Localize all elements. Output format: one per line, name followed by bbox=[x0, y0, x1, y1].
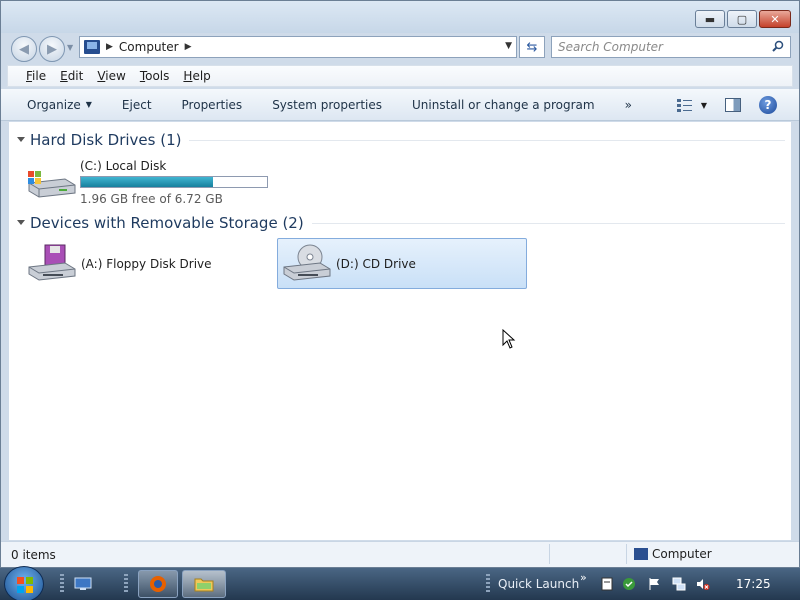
drive-c-free-space: 1.96 GB free of 6.72 GB bbox=[80, 192, 223, 206]
status-zone-label: Computer bbox=[652, 547, 712, 561]
group-title: Hard Disk Drives (1) bbox=[30, 131, 182, 149]
start-button[interactable] bbox=[4, 566, 44, 600]
file-view[interactable]: Hard Disk Drives (1) (C:) Local Disk 1.9… bbox=[9, 122, 791, 540]
maximize-button[interactable]: ▢ bbox=[727, 10, 757, 28]
group-divider bbox=[189, 139, 785, 141]
drive-c-label[interactable]: (C:) Local Disk bbox=[80, 159, 268, 173]
drive-a-label: (A:) Floppy Disk Drive bbox=[81, 256, 212, 271]
group-divider bbox=[311, 222, 785, 224]
disk-usage-bar bbox=[80, 176, 268, 188]
refresh-button[interactable]: ⇆ bbox=[519, 36, 545, 58]
title-bar[interactable]: ▬ ▢ ✕ bbox=[1, 1, 799, 33]
menu-edit[interactable]: Edit bbox=[60, 69, 83, 83]
address-row: ◀ ▶ ▼ ▶ Computer ▶ ▼ ⇆ bbox=[1, 33, 799, 63]
drive-d-tile[interactable]: (D:) CD Drive bbox=[277, 238, 527, 289]
taskbar-grip[interactable] bbox=[124, 574, 128, 594]
taskbar: Quick Launch » 17:25 bbox=[0, 566, 800, 600]
quick-launch-label[interactable]: Quick Launch bbox=[498, 577, 579, 591]
status-divider bbox=[626, 544, 627, 564]
volume-muted-icon[interactable] bbox=[696, 577, 710, 591]
search-icon[interactable] bbox=[772, 40, 784, 52]
firefox-icon bbox=[150, 576, 166, 592]
help-icon[interactable]: ? bbox=[759, 96, 777, 114]
show-desktop-icon bbox=[74, 577, 92, 590]
taskbar-firefox-button[interactable] bbox=[138, 570, 178, 598]
address-bar[interactable]: ▶ Computer ▶ ▼ bbox=[79, 36, 517, 58]
taskbar-grip[interactable] bbox=[60, 574, 64, 594]
status-zone: Computer bbox=[634, 547, 712, 561]
close-button[interactable]: ✕ bbox=[759, 10, 791, 28]
taskbar-explorer-button[interactable] bbox=[182, 570, 226, 598]
cd-drive-icon bbox=[283, 244, 331, 281]
computer-icon bbox=[634, 548, 648, 560]
search-input[interactable] bbox=[558, 40, 758, 54]
menu-bar: File Edit View Tools Help bbox=[7, 65, 793, 87]
collapse-group-icon[interactable] bbox=[17, 137, 25, 142]
taskbar-clock[interactable]: 17:25 bbox=[736, 577, 771, 591]
refresh-icon: ⇆ bbox=[526, 39, 538, 55]
organize-button[interactable]: Organize ▼ bbox=[27, 98, 92, 112]
system-properties-button[interactable]: System properties bbox=[272, 98, 382, 112]
windows-logo-icon bbox=[17, 577, 33, 593]
hard-disk-icon bbox=[28, 170, 76, 198]
disk-usage-fill bbox=[81, 177, 213, 187]
group-header-removable[interactable]: Devices with Removable Storage (2) bbox=[30, 214, 785, 232]
notes-tray-icon[interactable] bbox=[600, 577, 614, 591]
minimize-button[interactable]: ▬ bbox=[695, 10, 725, 28]
view-options-dropdown-icon[interactable]: ▼ bbox=[701, 101, 707, 110]
item-count: 0 items bbox=[11, 548, 56, 562]
menu-file[interactable]: File bbox=[26, 69, 46, 83]
preview-pane-icon[interactable] bbox=[725, 98, 741, 112]
eject-button[interactable]: Eject bbox=[122, 98, 152, 112]
uninstall-program-button[interactable]: Uninstall or change a program bbox=[412, 98, 595, 112]
status-bar: 0 items Computer bbox=[1, 541, 799, 567]
menu-tools[interactable]: Tools bbox=[140, 69, 170, 83]
security-tray-icon[interactable] bbox=[622, 577, 636, 591]
status-divider bbox=[549, 544, 550, 564]
command-bar: Organize ▼ Eject Properties System proper… bbox=[1, 89, 799, 121]
taskbar-grip[interactable] bbox=[486, 574, 490, 594]
chevron-down-icon: ▼ bbox=[85, 100, 92, 109]
breadcrumb-computer[interactable]: Computer bbox=[119, 40, 179, 54]
change-view-icon[interactable] bbox=[676, 98, 693, 112]
floppy-drive-icon bbox=[28, 244, 76, 281]
quick-launch-chevron[interactable]: » bbox=[580, 571, 587, 584]
group-header-hard-disks[interactable]: Hard Disk Drives (1) bbox=[30, 131, 785, 149]
action-center-flag-icon[interactable] bbox=[648, 577, 662, 591]
recent-pages-dropdown[interactable]: ▼ bbox=[67, 43, 73, 52]
back-arrow-icon: ◀ bbox=[19, 41, 29, 57]
folder-icon bbox=[194, 578, 214, 592]
show-desktop-button[interactable] bbox=[70, 570, 96, 598]
drive-a-tile[interactable]: (A:) Floppy Disk Drive bbox=[9, 238, 273, 289]
drive-d-label: (D:) CD Drive bbox=[336, 256, 416, 271]
address-dropdown-icon[interactable]: ▼ bbox=[505, 41, 512, 51]
network-tray-icon[interactable] bbox=[672, 577, 686, 591]
forward-arrow-icon: ▶ bbox=[47, 41, 57, 57]
explorer-window: ▬ ▢ ✕ ◀ ▶ ▼ ▶ Computer ▶ ▼ ⇆ File Edit V… bbox=[0, 0, 800, 568]
properties-button[interactable]: Properties bbox=[182, 98, 243, 112]
group-title: Devices with Removable Storage (2) bbox=[30, 214, 304, 232]
forward-button[interactable]: ▶ bbox=[39, 36, 65, 62]
collapse-group-icon[interactable] bbox=[17, 220, 25, 225]
mouse-cursor-icon bbox=[502, 329, 516, 349]
breadcrumb-separator-icon[interactable]: ▶ bbox=[185, 42, 192, 52]
search-box[interactable] bbox=[551, 36, 791, 58]
drive-c-info: (C:) Local Disk 1.96 GB free of 6.72 GB bbox=[80, 159, 268, 206]
back-button[interactable]: ◀ bbox=[11, 36, 37, 62]
computer-icon bbox=[84, 40, 100, 54]
menu-view[interactable]: View bbox=[97, 69, 125, 83]
menu-help[interactable]: Help bbox=[183, 69, 210, 83]
breadcrumb-separator-icon[interactable]: ▶ bbox=[106, 42, 113, 52]
more-commands-button[interactable]: » bbox=[625, 98, 632, 112]
